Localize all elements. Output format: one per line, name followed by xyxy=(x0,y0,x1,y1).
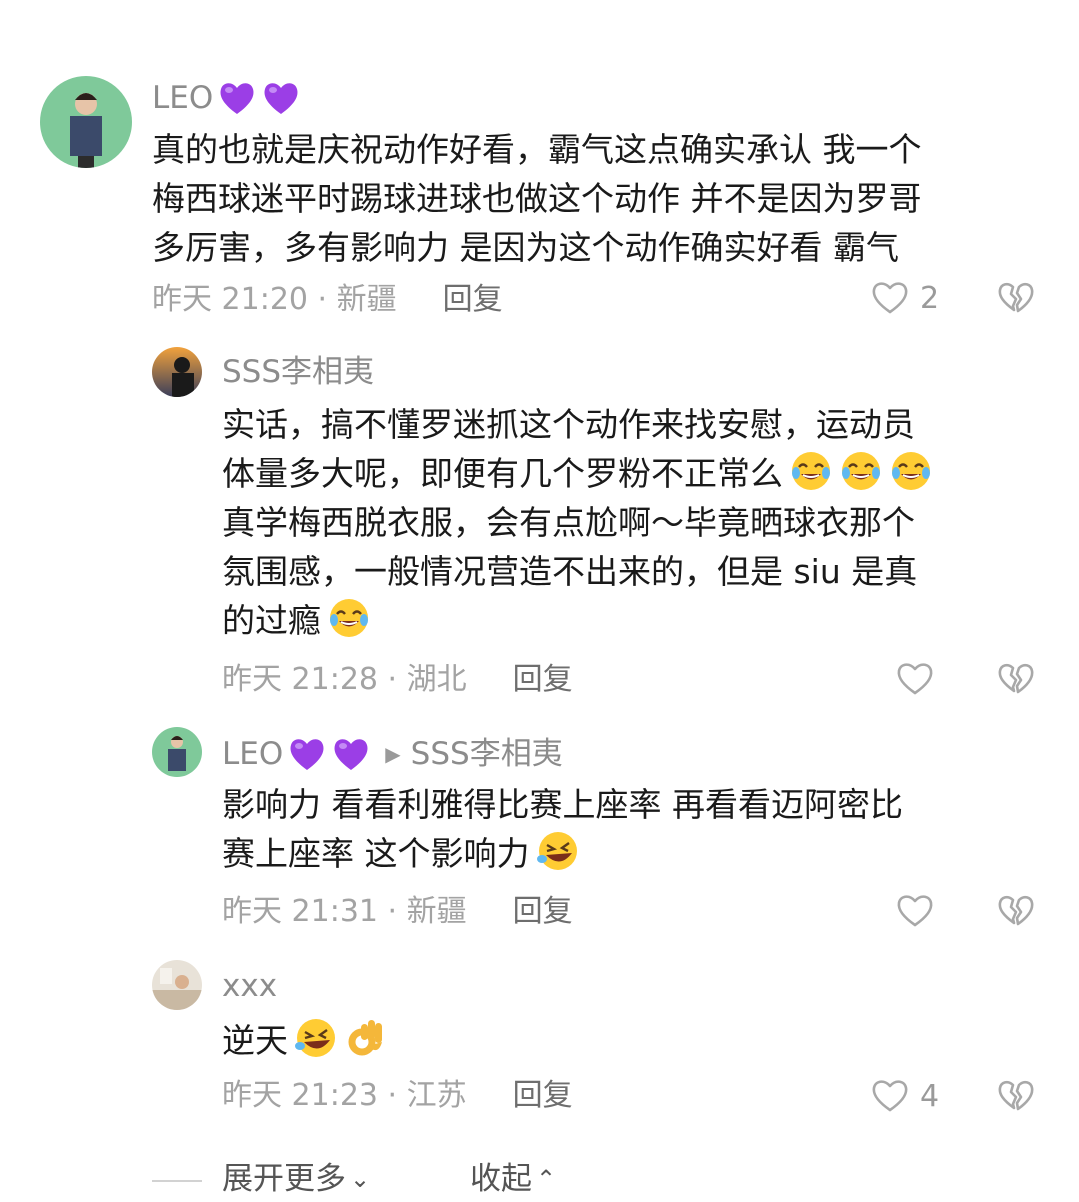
time-location: 昨天 21:31 · 新疆 xyxy=(222,894,467,929)
dislike-button[interactable] xyxy=(996,659,1036,703)
dislike-button[interactable] xyxy=(996,891,1036,935)
comment-meta: 昨天 21:31 · 新疆 回复 xyxy=(222,892,573,932)
collapse-button[interactable]: 收起 ⌃ xyxy=(470,1156,556,1202)
comment-text: 真的也就是庆祝动作好看，霸气这点确实承认 我一个 梅西球迷平时踢球进球也做这个动… xyxy=(152,130,922,267)
comment-meta: 昨天 21:23 · 江苏 回复 xyxy=(222,1076,573,1116)
dislike-button[interactable] xyxy=(996,1076,1036,1120)
avatar[interactable] xyxy=(152,727,202,777)
broken-heart-icon xyxy=(996,1076,1036,1116)
avatar[interactable] xyxy=(152,347,202,397)
purple-heart-icon xyxy=(217,78,257,118)
broken-heart-icon xyxy=(996,278,1036,318)
username-text[interactable]: LEO xyxy=(152,78,213,118)
avatar[interactable] xyxy=(40,76,132,168)
reply-button[interactable]: 回复 xyxy=(513,1076,573,1116)
comment-footer: 展开更多 ⌄ 收起 ⌃ xyxy=(0,1156,1079,1202)
heart-outline-icon xyxy=(895,659,935,699)
chevron-down-icon: ⌄ xyxy=(350,1165,371,1193)
reply-button[interactable]: 回复 xyxy=(513,892,573,932)
purple-heart-icon xyxy=(331,734,371,774)
like-button[interactable] xyxy=(895,891,935,931)
divider xyxy=(152,1180,202,1182)
comment-text: 实话，搞不懂罗迷抓这个动作来找安慰，运动员 体量多大呢，即便有几个罗粉不正常么 … xyxy=(222,400,933,645)
comment-meta: 昨天 21:20 · 新疆 回复 xyxy=(152,280,503,320)
heart-outline-icon xyxy=(870,1076,910,1116)
purple-heart-icon xyxy=(287,734,327,774)
heart-outline-icon xyxy=(870,278,910,318)
time-location: 昨天 21:20 · 新疆 xyxy=(152,282,397,317)
broken-heart-icon xyxy=(996,659,1036,699)
username[interactable]: SSS李相夷 xyxy=(222,352,374,392)
like-count: 4 xyxy=(920,1078,940,1114)
username-text[interactable]: LEO xyxy=(222,734,283,774)
broken-heart-icon xyxy=(996,891,1036,931)
like-button[interactable] xyxy=(895,659,935,699)
avatar[interactable] xyxy=(152,960,202,1010)
reply-to-username[interactable]: SSS李相夷 xyxy=(411,734,563,774)
time-location: 昨天 21:28 · 湖北 xyxy=(222,662,467,697)
expand-more-button[interactable]: 展开更多 ⌄ xyxy=(222,1156,370,1202)
comment-text: 逆天 xyxy=(222,1016,388,1065)
heart-outline-icon xyxy=(895,891,935,931)
like-count: 2 xyxy=(920,280,940,316)
purple-heart-icon xyxy=(261,78,301,118)
reply-arrow-icon: ▶ xyxy=(385,742,401,766)
like-button[interactable]: 4 xyxy=(870,1076,939,1116)
username-text[interactable]: SSS李相夷 xyxy=(222,352,374,392)
username[interactable]: LEO xyxy=(152,78,301,118)
reply-button[interactable]: 回复 xyxy=(513,660,573,700)
like-button[interactable]: 2 xyxy=(870,278,939,318)
username-text[interactable]: xxx xyxy=(222,966,277,1006)
username[interactable]: LEO ▶ SSS李相夷 xyxy=(222,734,563,774)
crying-laughing-icon xyxy=(889,449,933,493)
ok-hand-icon xyxy=(344,1016,388,1060)
rofl-icon xyxy=(294,1016,338,1060)
comment-meta: 昨天 21:28 · 湖北 回复 xyxy=(222,660,573,700)
crying-laughing-icon xyxy=(789,449,833,493)
chevron-up-icon: ⌃ xyxy=(536,1165,557,1193)
comment-text: 影响力 看看利雅得比赛上座率 再看看迈阿密比 赛上座率 这个影响力 xyxy=(222,785,903,873)
crying-laughing-icon xyxy=(327,596,371,640)
username[interactable]: xxx xyxy=(222,966,277,1006)
crying-laughing-icon xyxy=(839,449,883,493)
reply-button[interactable]: 回复 xyxy=(443,280,503,320)
dislike-button[interactable] xyxy=(996,278,1036,322)
rofl-icon xyxy=(536,829,580,873)
time-location: 昨天 21:23 · 江苏 xyxy=(222,1078,467,1113)
